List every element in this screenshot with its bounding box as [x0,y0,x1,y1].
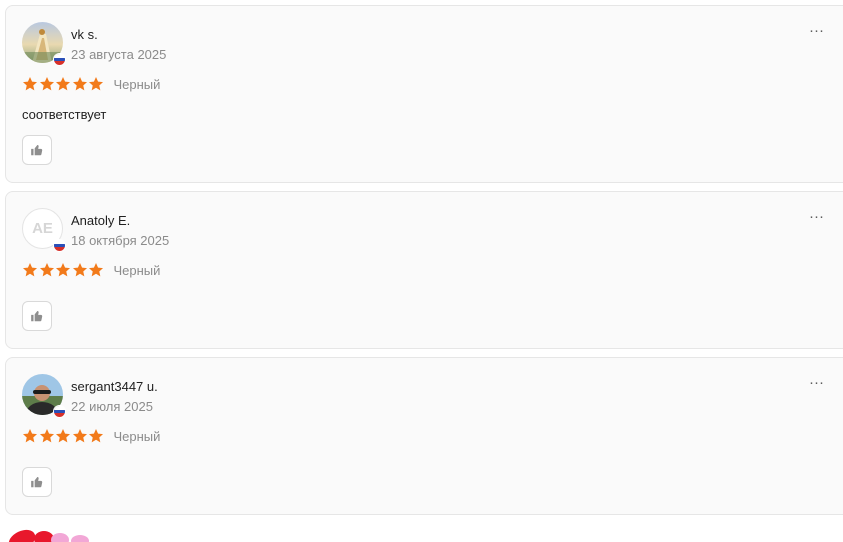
star-icon [56,263,70,277]
more-dots-icon[interactable]: ··· [809,375,824,390]
more-dots-icon[interactable]: ··· [809,209,824,224]
russia-flag-icon [53,239,66,252]
star-icon [72,77,87,91]
star-rating [22,76,105,92]
review-card: vk s. 23 августа 2025 ··· Черный соответ… [5,5,843,183]
review-author[interactable]: sergant3447 u. [71,379,158,394]
thumbs-up-icon [31,311,43,322]
review-card: sergant3447 u. 22 июля 2025 ··· Черный [5,357,843,515]
star-icon [39,429,54,443]
product-variant: Черный [113,76,161,92]
rating-row: Черный [22,261,160,279]
star-icon [23,263,37,277]
more-dots-icon[interactable]: ··· [809,23,824,38]
avatar[interactable] [22,374,66,418]
rating-row: Черный [22,427,160,445]
star-icon [39,263,54,277]
review-date: 18 октября 2025 [71,233,170,248]
star-rating [22,262,105,278]
star-icon [89,429,103,443]
star-icon [89,77,103,91]
russia-flag-icon [53,405,66,418]
star-icon [56,77,70,91]
russia-flag-icon [53,53,66,66]
review-date: 23 августа 2025 [71,47,167,62]
star-rating [22,428,105,444]
review-card: AE Anatoly E. 18 октября 2025 ··· Черный [5,191,843,349]
rating-row: Черный [22,75,160,93]
star-icon [39,77,54,91]
product-variant: Черный [113,428,161,444]
review-text: соответствует [22,107,107,122]
star-icon [72,263,87,277]
review-author[interactable]: vk s. [71,27,98,42]
star-icon [72,429,87,443]
star-icon [89,263,103,277]
like-button[interactable] [22,135,52,165]
like-button[interactable] [22,467,52,497]
decorative-shapes [8,529,89,542]
like-button[interactable] [22,301,52,331]
thumbs-up-icon [31,477,43,488]
product-variant: Черный [113,262,161,278]
star-icon [56,429,70,443]
avatar[interactable]: AE [22,208,66,252]
avatar[interactable] [22,22,66,66]
thumbs-up-icon [31,145,43,156]
star-icon [23,77,37,91]
review-date: 22 июля 2025 [71,399,153,414]
review-author[interactable]: Anatoly E. [71,213,130,228]
star-icon [23,429,37,443]
